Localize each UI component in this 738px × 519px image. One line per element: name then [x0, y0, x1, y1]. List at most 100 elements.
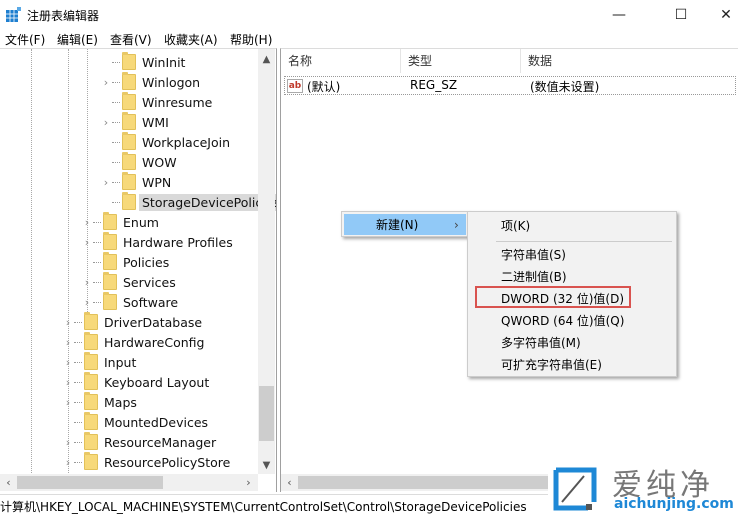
tree-item[interactable]: › Services	[81, 272, 176, 292]
watermark-url: aichunjing.com	[614, 496, 734, 512]
folder-icon	[122, 192, 136, 210]
tree-item[interactable]: MountedDevices	[62, 412, 208, 432]
column-header-type[interactable]: 类型	[401, 49, 521, 73]
tree-vertical-scrollbar[interactable]: ▲ ▼	[258, 49, 275, 474]
tree-connector	[74, 321, 82, 323]
tree-item-label: Services	[123, 274, 176, 290]
scroll-thumb[interactable]	[298, 476, 551, 489]
folder-icon	[122, 92, 136, 110]
tree-item[interactable]: › HardwareConfig	[62, 332, 204, 352]
tree-item-label: ResourcePolicyStore	[104, 454, 231, 470]
tree-item[interactable]: › ResourcePolicyStore	[62, 452, 230, 472]
expand-chevron-icon[interactable]: ›	[62, 316, 74, 329]
expand-chevron-icon[interactable]: ›	[62, 336, 74, 349]
tree-guide-line	[31, 49, 32, 479]
menu-view[interactable]: 查看(V)	[110, 31, 152, 48]
menu-item-expandable-string-value[interactable]: 可扩充字符串值(E)	[501, 356, 602, 373]
menu-edit[interactable]: 编辑(E)	[57, 31, 98, 48]
tree-connector	[74, 421, 82, 423]
menu-item-multi-string-value[interactable]: 多字符串值(M)	[501, 334, 581, 351]
scroll-down-icon[interactable]: ▼	[258, 457, 275, 474]
tree-item[interactable]: Policies	[81, 252, 169, 272]
menu-help[interactable]: 帮助(H)	[230, 31, 272, 48]
tree-item[interactable]: › DriverDatabase	[62, 312, 202, 332]
value-row[interactable]: ab (默认) REG_SZ (数值未设置)	[284, 76, 736, 95]
scroll-thumb[interactable]	[259, 386, 274, 441]
folder-icon	[84, 412, 98, 430]
expand-chevron-icon[interactable]: ›	[100, 116, 112, 129]
tree-item[interactable]: › Keyboard Layout	[62, 372, 209, 392]
expand-chevron-icon[interactable]: ›	[62, 396, 74, 409]
tree-item-label: WMI	[142, 114, 169, 130]
scroll-left-icon[interactable]: ‹	[281, 474, 298, 491]
watermark-logo: 爱纯净 aichunjing.com	[548, 462, 738, 516]
tree-item-label: Winlogon	[142, 74, 201, 90]
tree-item[interactable]: Winresume	[100, 92, 212, 112]
submenu-arrow-icon: ›	[454, 217, 459, 232]
tree-connector	[112, 141, 120, 143]
tree-item-label: WOW	[142, 154, 177, 170]
tree-item-label: WinInit	[142, 54, 186, 70]
tree-connector	[93, 281, 101, 283]
tree-item[interactable]: WinInit	[100, 52, 185, 72]
expand-chevron-icon[interactable]: ›	[62, 376, 74, 389]
tree-item-label: Hardware Profiles	[123, 234, 233, 250]
scroll-up-icon[interactable]: ▲	[258, 51, 275, 68]
tree-item[interactable]: › Enum	[81, 212, 159, 232]
expand-chevron-icon[interactable]: ›	[62, 456, 74, 469]
folder-icon	[84, 352, 98, 370]
folder-icon	[84, 332, 98, 350]
expand-chevron-icon[interactable]: ›	[100, 176, 112, 189]
menu-file[interactable]: 文件(F)	[5, 31, 45, 48]
registry-path: 计算机\HKEY_LOCAL_MACHINE\SYSTEM\CurrentCon…	[0, 500, 527, 514]
tree-connector	[74, 341, 82, 343]
expand-chevron-icon[interactable]: ›	[62, 436, 74, 449]
menu-item-qword-value[interactable]: QWORD (64 位)值(Q)	[501, 312, 624, 329]
scroll-right-icon[interactable]: ›	[240, 474, 257, 491]
tree-item[interactable]: › WMI	[100, 112, 169, 132]
scroll-left-icon[interactable]: ‹	[0, 474, 17, 491]
tree-item[interactable]: › Winlogon	[100, 72, 200, 92]
tree-connector	[112, 101, 120, 103]
expand-chevron-icon[interactable]: ›	[62, 356, 74, 369]
tree-item[interactable]: › Maps	[62, 392, 137, 412]
scroll-thumb[interactable]	[17, 476, 163, 489]
tree-item[interactable]: › Hardware Profiles	[81, 232, 233, 252]
tree-item[interactable]: WorkplaceJoin	[100, 132, 230, 152]
expand-chevron-icon[interactable]: ›	[81, 276, 93, 289]
tree-item[interactable]: › WPN	[100, 172, 171, 192]
expand-chevron-icon[interactable]: ›	[81, 236, 93, 249]
maximize-button[interactable]: ☐	[658, 0, 704, 30]
values-horizontal-scrollbar[interactable]: ‹	[281, 474, 551, 491]
expand-chevron-icon[interactable]: ›	[100, 76, 112, 89]
menu-item-string-value[interactable]: 字符串值(S)	[501, 246, 566, 263]
tree-item[interactable]: › Input	[62, 352, 136, 372]
tree-item[interactable]: › Software	[81, 292, 178, 312]
folder-icon	[84, 432, 98, 450]
menu-item-new[interactable]: 新建(N) ›	[344, 214, 466, 235]
string-value-icon: ab	[287, 78, 303, 93]
tree-item-label: DriverDatabase	[104, 314, 203, 330]
column-header-name[interactable]: 名称	[281, 49, 401, 73]
minimize-button[interactable]: —	[596, 0, 642, 30]
column-header-data[interactable]: 数据	[521, 49, 738, 73]
menu-item-binary-value[interactable]: 二进制值(B)	[501, 268, 567, 285]
folder-icon	[103, 272, 117, 290]
folder-icon	[84, 312, 98, 330]
expand-chevron-icon[interactable]: ›	[81, 216, 93, 229]
tree-item-label: Policies	[123, 254, 170, 270]
expand-chevron-icon[interactable]: ›	[81, 296, 93, 309]
tree-horizontal-scrollbar[interactable]: ‹ ›	[0, 474, 258, 491]
menu-item-key[interactable]: 项(K)	[501, 217, 530, 234]
tree-connector	[112, 181, 120, 183]
folder-icon	[84, 372, 98, 390]
tree-connector	[74, 461, 82, 463]
tree-item[interactable]: WOW	[100, 152, 177, 172]
folder-icon	[103, 252, 117, 270]
tree-item[interactable]: › ResourceManager	[62, 432, 216, 452]
tree-item[interactable]: StorageDevicePolicies	[100, 192, 276, 212]
close-button[interactable]: ✕	[703, 0, 738, 30]
tree-connector	[74, 381, 82, 383]
folder-icon	[122, 112, 136, 130]
menu-favorites[interactable]: 收藏夹(A)	[164, 31, 218, 48]
